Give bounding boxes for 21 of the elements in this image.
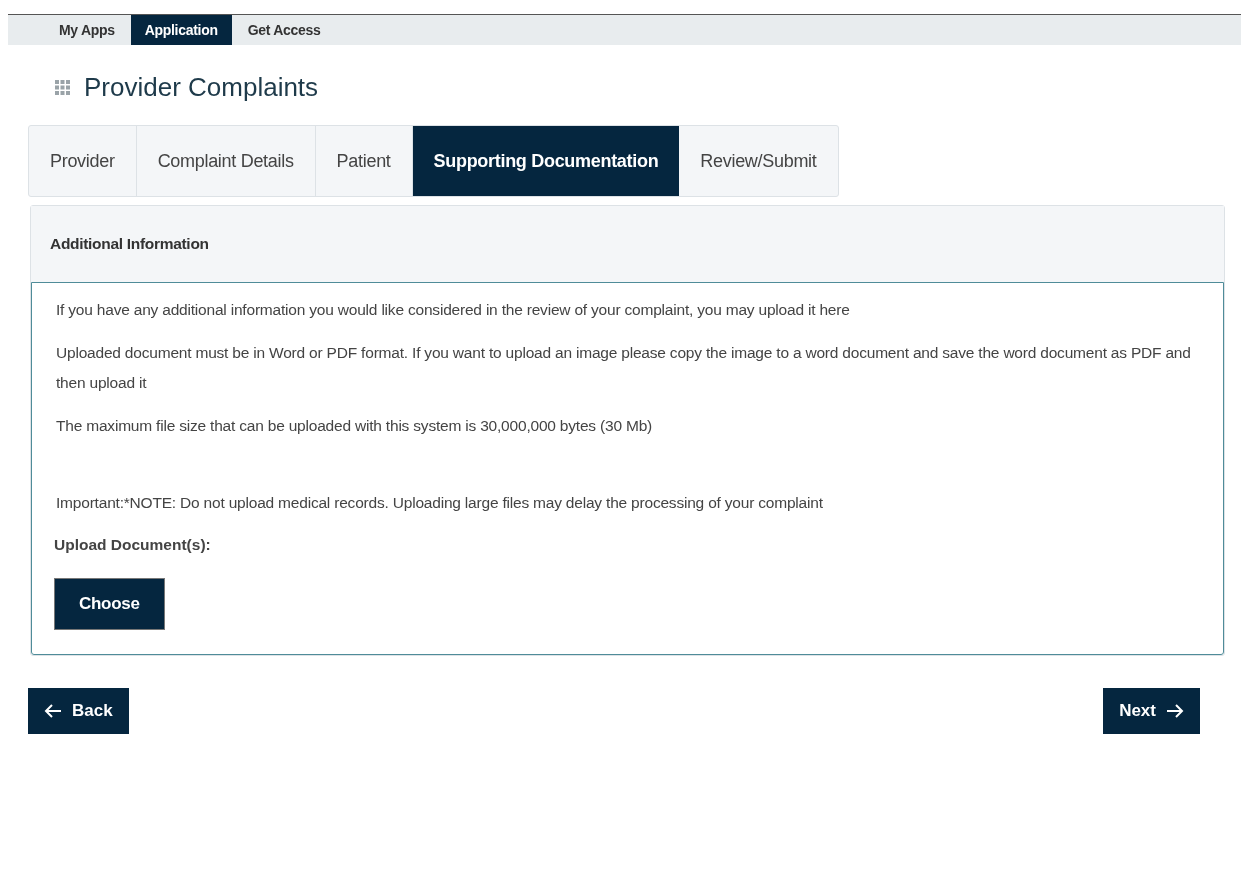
tab[interactable]: Complaint Details: [136, 126, 316, 196]
nav-link[interactable]: Get Access: [233, 15, 335, 45]
tab[interactable]: Patient: [315, 126, 413, 196]
info-text: Uploaded document must be in Word or PDF format. If you want to upload an image please copy the image to a word document and save the word document as PDF and then upload it: [56, 343, 1192, 393]
panel-header: Additional Information: [31, 206, 1224, 282]
left-arrow-icon: [44, 703, 62, 719]
nav-link[interactable]: Application: [130, 15, 232, 45]
choose-button[interactable]: Choose: [54, 578, 165, 630]
tab[interactable]: Supporting Documentation: [412, 126, 680, 196]
back-button[interactable]: Back: [28, 688, 129, 734]
grid-icon: [55, 80, 70, 95]
page-title: Provider Complaints: [84, 72, 319, 103]
tab[interactable]: Review/Submit: [679, 126, 838, 196]
upload-label: Upload Document(s):: [54, 536, 212, 554]
right-arrow-icon: [1166, 703, 1184, 719]
nav-link[interactable]: My Apps: [45, 15, 129, 45]
info-text: Important:*NOTE: Do not upload medical records. Uploading large files may delay the processing of your complaint: [56, 493, 824, 513]
tab[interactable]: Provider: [29, 126, 137, 196]
info-text: If you have any additional information you would like considered in the review of your complaint, you may upload it here: [56, 300, 851, 320]
next-button[interactable]: Next: [1103, 688, 1200, 734]
info-text: The maximum file size that can be uploaded with this system is 30,000,000 bytes (30 Mb): [56, 416, 653, 436]
